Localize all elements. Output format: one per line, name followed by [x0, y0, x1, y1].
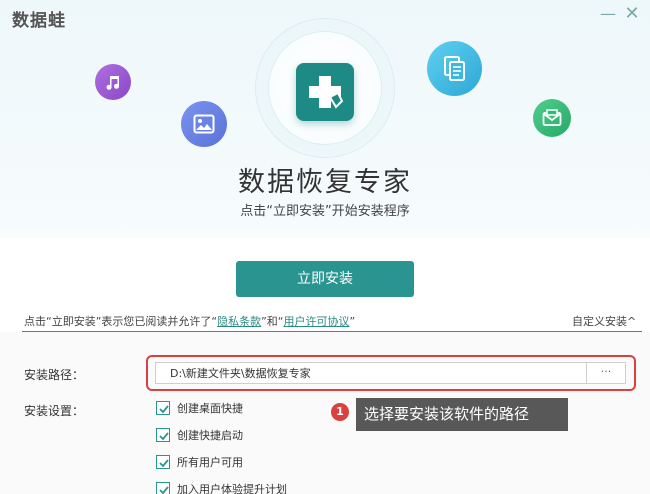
app-logo-icon [296, 63, 354, 121]
install-path-input[interactable] [155, 362, 587, 384]
option-label: 创建桌面快捷 [177, 402, 243, 415]
install-now-button[interactable]: 立即安装 [236, 261, 414, 297]
option-quick-launch[interactable]: 创建快捷启动 [156, 427, 243, 443]
install-path-label: 安装路径： [24, 368, 85, 382]
option-all-users[interactable]: 所有用户可用 [156, 454, 243, 470]
agreement-suffix: ” [349, 315, 356, 328]
agreement-text: 点击“立即安装”表示您已阅读并允许了“隐私条款”和“用户许可协议” [24, 313, 355, 329]
music-icon [95, 64, 131, 100]
option-desktop-shortcut[interactable]: 创建桌面快捷 [156, 400, 243, 416]
check-icon [159, 486, 169, 494]
user-license-link[interactable]: 用户许可协议 [284, 315, 350, 328]
app-subtitle: 点击“立即安装”开始安装程序 [240, 204, 410, 219]
checkbox[interactable] [156, 401, 170, 415]
app-title: 数据恢复专家 [238, 167, 412, 198]
documents-icon [427, 41, 482, 96]
mail-icon [533, 99, 571, 137]
minimize-button[interactable]: — [598, 4, 618, 24]
check-icon [159, 432, 169, 441]
privacy-terms-link[interactable]: 隐私条款 [217, 315, 261, 328]
install-settings-label: 安装设置： [24, 404, 85, 418]
option-experience-program[interactable]: 加入用户体验提升计划 [156, 481, 287, 494]
callout-number-badge: 1 [331, 403, 349, 421]
brand-logo: 数据蛙 [12, 11, 66, 31]
custom-install-toggle[interactable]: 自定义安装^ [572, 313, 636, 329]
close-button[interactable]: ✕ [622, 4, 642, 24]
checkbox[interactable] [156, 455, 170, 469]
image-icon [181, 101, 227, 147]
check-icon [159, 459, 169, 468]
option-label: 加入用户体验提升计划 [177, 483, 287, 494]
agreement-prefix: 点击“立即安装”表示您已阅读并允许了“ [24, 315, 218, 328]
option-label: 创建快捷启动 [177, 429, 243, 442]
callout-tooltip: 选择要安装该软件的路径 [356, 398, 568, 431]
checkbox[interactable] [156, 482, 170, 494]
check-icon [159, 405, 169, 414]
option-label: 所有用户可用 [177, 456, 243, 469]
agreement-middle: ”和“ [261, 315, 284, 328]
checkbox[interactable] [156, 428, 170, 442]
browse-button[interactable]: ··· [587, 362, 626, 384]
